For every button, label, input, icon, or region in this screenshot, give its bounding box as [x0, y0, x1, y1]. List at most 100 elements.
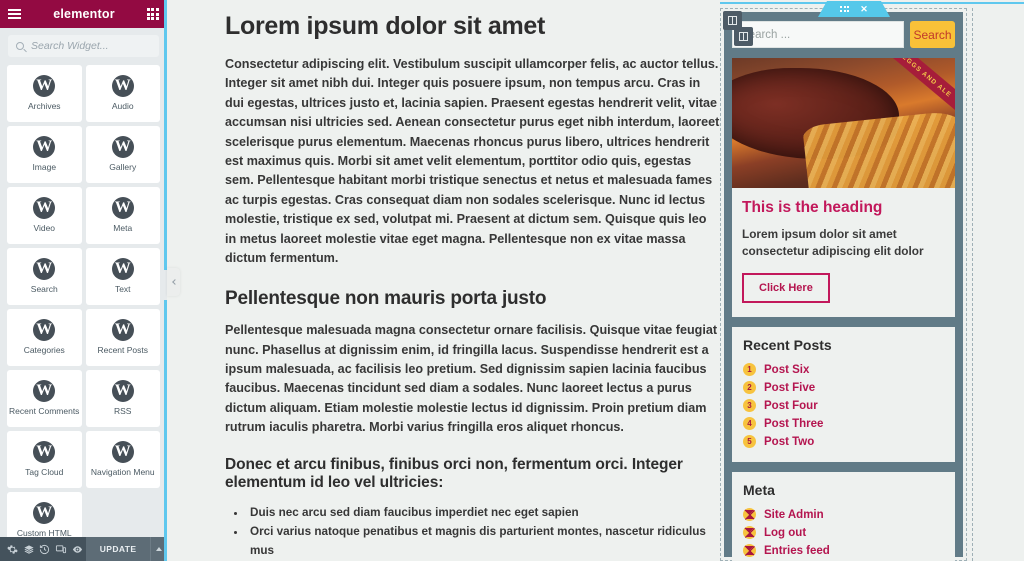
widget-card[interactable]: W Tag Cloud	[7, 431, 82, 488]
widget-card[interactable]: W Meta	[85, 187, 160, 244]
layers-icon[interactable]	[20, 537, 36, 561]
widget-card-label: Archives	[27, 101, 61, 112]
cta-button[interactable]: Click Here	[742, 272, 830, 303]
widget-card[interactable]: W Image	[7, 126, 82, 183]
meta-link[interactable]: Site Admin	[764, 509, 824, 521]
sidebar-section-wrapper[interactable]: ✕ Search EGGS AND ALE This is th	[720, 1, 967, 561]
widget-card[interactable]: W Recent Comments	[7, 370, 82, 427]
wordpress-icon: W	[111, 136, 134, 159]
cta-heading: This is the heading	[742, 199, 883, 216]
ordered-number-badge: 2	[743, 381, 756, 394]
widget-card[interactable]: W Archives	[7, 65, 82, 122]
list-item: Orci varius natoque penatibus et magnis …	[247, 523, 720, 561]
recent-post-link[interactable]: Post Three	[764, 418, 823, 430]
list-item: Log out	[743, 524, 944, 542]
widget-card-label: Tag Cloud	[25, 467, 64, 478]
list-item: Entries feed	[743, 542, 944, 560]
search-input[interactable]	[31, 40, 151, 52]
widget-card-label: Search	[30, 284, 58, 295]
meta-link[interactable]: Entries feed	[764, 545, 830, 557]
column-handle-inner[interactable]	[734, 27, 753, 46]
widget-card[interactable]: W Audio	[85, 65, 160, 122]
drag-dots-icon[interactable]	[840, 6, 850, 12]
widget-recent-posts: Recent Posts 1 Post Six 2 Post Five 3 Post Fo…	[732, 326, 955, 462]
recent-posts-list: 1 Post Six 2 Post Five 3 Post Four 4 Post Three…	[743, 361, 944, 451]
panel-header: elementor	[0, 0, 167, 28]
widget-card-label: Gallery	[109, 162, 137, 173]
widget-card[interactable]: W Navigation Menu	[85, 431, 160, 488]
grid-apps-icon[interactable]	[146, 8, 159, 20]
recent-posts-title: Recent Posts	[743, 336, 832, 353]
widget-card[interactable]: W RSS	[85, 370, 160, 427]
widget-meta: Meta Site Admin Log out Entries feed	[732, 471, 955, 561]
widget-card[interactable]: W Text	[85, 248, 160, 305]
column-layout-icon	[728, 16, 737, 25]
list-item: Duis nec arcu sed diam faucibus imperdie…	[247, 504, 720, 523]
recent-post-link[interactable]: Post Six	[764, 364, 809, 376]
hamburger-icon[interactable]	[8, 9, 21, 19]
hourglass-icon	[743, 526, 756, 539]
sidebar-column: Search EGGS AND ALE This is the heading …	[724, 12, 963, 561]
wordpress-icon: W	[33, 502, 56, 525]
widget-card[interactable]: W Gallery	[85, 126, 160, 183]
close-x-icon[interactable]: ✕	[860, 4, 868, 14]
wordpress-icon: W	[33, 380, 56, 403]
widget-card[interactable]: W Custom HTML	[7, 492, 82, 537]
widget-card[interactable]: W Categories	[7, 309, 82, 366]
paragraph-2: Pellentesque malesuada magna consectetur…	[225, 323, 718, 435]
wordpress-icon: W	[33, 75, 56, 98]
sidebar-search-button[interactable]: Search	[910, 21, 955, 48]
list-item: 2 Post Five	[743, 379, 944, 397]
meta-link[interactable]: Log out	[764, 527, 806, 539]
cta-body: This is the heading Lorem ipsum dolor si…	[732, 188, 955, 317]
widget-card[interactable]: W Recent Posts	[85, 309, 160, 366]
section-heading-3: Donec et arcu finibus, finibus orci non,…	[225, 455, 683, 492]
widget-card-label: Recent Comments	[9, 406, 80, 417]
update-button[interactable]: UPDATE	[85, 537, 151, 561]
widget-card-label: Meta	[113, 223, 133, 234]
panel-collapse-toggle[interactable]	[167, 268, 180, 296]
meta-title: Meta	[743, 481, 775, 498]
content-bullet-list: Duis nec arcu sed diam faucibus imperdie…	[247, 504, 720, 561]
widget-card-label: Recent Posts	[97, 345, 149, 356]
section-handle-bar[interactable]: ✕	[818, 1, 890, 17]
editor-canvas: Lorem ipsum dolor sit amet Consectetur a…	[167, 0, 1024, 561]
gear-icon[interactable]	[4, 537, 20, 561]
responsive-device-icon[interactable]	[53, 537, 69, 561]
wordpress-icon: W	[33, 197, 56, 220]
wordpress-icon: W	[111, 258, 134, 281]
widget-card[interactable]: W Search	[7, 248, 82, 305]
widget-card-label: Custom HTML	[16, 528, 72, 537]
section-heading-2: Pellentesque non mauris porta justo	[225, 288, 547, 310]
search-icon	[16, 42, 24, 50]
recent-post-link[interactable]: Post Two	[764, 436, 814, 448]
recent-post-link[interactable]: Post Four	[764, 400, 818, 412]
meta-list: Site Admin Log out Entries feed	[743, 506, 944, 560]
wordpress-icon: W	[111, 441, 134, 464]
widget-search-box[interactable]	[8, 35, 159, 57]
sidebar-search-input[interactable]	[732, 21, 904, 48]
eye-icon[interactable]	[69, 537, 85, 561]
hourglass-icon	[743, 508, 756, 521]
list-item: Site Admin	[743, 506, 944, 524]
widget-grid: W Archives W Audio W Image W Gallery W Video W Meta…	[0, 62, 167, 537]
hourglass-icon	[743, 544, 756, 557]
column-layout-icon	[739, 32, 748, 41]
elementor-editor: elementor WArchivesWAudioWImageWGalleryW…	[0, 0, 1024, 561]
paragraph-1: Consectetur adipiscing elit. Vestibulum …	[225, 57, 720, 265]
panel-footer: UPDATE	[0, 537, 167, 561]
widget-card-label: Text	[114, 284, 131, 295]
recent-post-link[interactable]: Post Five	[764, 382, 815, 394]
list-item: 5 Post Two	[743, 433, 944, 451]
history-clock-icon[interactable]	[37, 537, 53, 561]
widget-search: Search	[732, 21, 955, 48]
post-content-column: Lorem ipsum dolor sit amet Consectetur a…	[225, 0, 720, 561]
image-corner-badge: EGGS AND ALE	[880, 58, 955, 117]
ordered-number-badge: 5	[743, 435, 756, 448]
panel-edge-accent-bottom	[164, 300, 167, 561]
widget-card-label: Navigation Menu	[90, 467, 155, 478]
widget-card[interactable]: W Video	[7, 187, 82, 244]
page-title: Lorem ipsum dolor sit amet	[225, 12, 546, 40]
list-item: 3 Post Four	[743, 397, 944, 415]
chevron-left-icon	[171, 279, 178, 285]
